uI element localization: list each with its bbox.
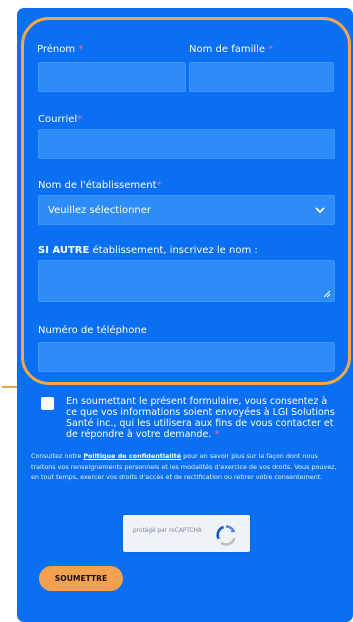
privacy-notice: Consultez notre Politique de confidentia… [31,451,342,483]
page: Prénom * Nom de famille * Courriel* Nom … [0,0,353,622]
required-marker: * [78,44,84,55]
last-name-field[interactable] [189,62,334,92]
submit-button[interactable]: SOUMETTRE [39,566,123,591]
resize-grip-icon[interactable] [323,290,331,298]
consent-text: En soumettant le présent formulaire, vou… [66,396,338,440]
phone-label: Numéro de téléphone [38,325,147,337]
privacy-text-before: Consultez notre [31,452,84,460]
other-label-rest: établissement, inscrivez le nom : [89,245,258,256]
privacy-policy-link[interactable]: Politique de confidentialité [83,452,181,460]
other-institution-label: SI AUTRE établissement, inscrivez le nom… [38,245,258,257]
recaptcha-badge[interactable]: protégé par reCAPTCHA [123,515,250,552]
last-name-label-text: Nom de famille [189,44,266,55]
email-field[interactable] [38,129,335,159]
chevron-down-icon [315,207,325,214]
required-marker: * [268,44,274,55]
consent-checkbox[interactable] [41,397,54,410]
first-name-field[interactable] [38,62,186,92]
required-marker: * [214,429,220,440]
last-name-label: Nom de famille * [189,44,273,56]
first-name-label-text: Prénom [37,44,76,55]
other-label-bold: SI AUTRE [38,245,90,256]
other-institution-textarea[interactable] [38,260,335,302]
email-label-text: Courriel [38,114,78,125]
phone-field[interactable] [38,342,335,372]
required-marker: * [156,180,162,191]
institution-select[interactable]: Veuillez sélectionner [38,195,335,225]
required-marker: * [77,114,83,125]
phone-label-text: Numéro de téléphone [38,325,147,336]
institution-label-text: Nom de l'établissement [38,180,157,191]
consent-message: En soumettant le présent formulaire, vou… [66,396,335,440]
institution-select-value: Veuillez sélectionner [48,205,152,216]
institution-label: Nom de l'établissement* [38,180,162,192]
recaptcha-label: protégé par reCAPTCHA [133,528,202,534]
email-label: Courriel* [38,114,82,126]
orange-marker [2,386,18,388]
first-name-label: Prénom * [37,44,83,56]
recaptcha-icon [216,525,236,546]
